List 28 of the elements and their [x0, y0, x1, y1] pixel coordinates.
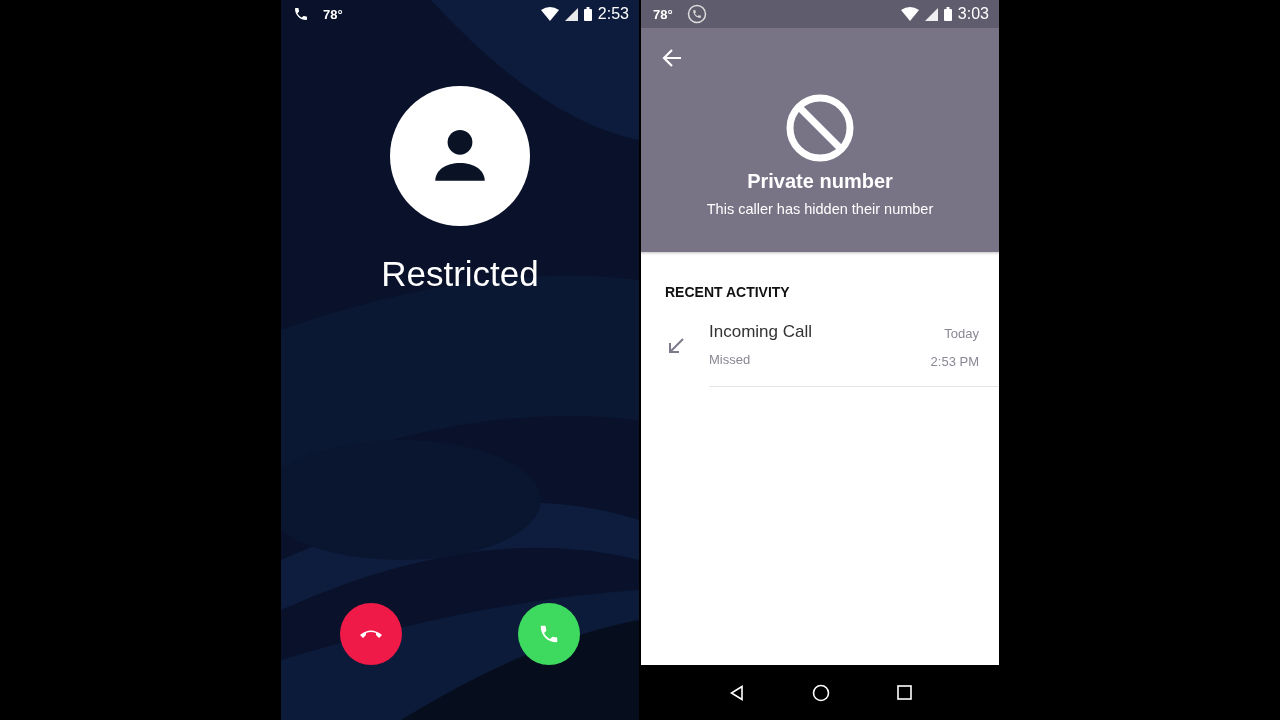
hang-up-icon — [359, 629, 383, 639]
contact-title: Private number — [747, 170, 893, 193]
call-icon — [686, 4, 707, 24]
phone-icon — [293, 6, 309, 22]
wifi-icon — [540, 7, 559, 21]
wifi-icon — [900, 7, 919, 21]
battery-icon — [583, 7, 592, 21]
back-button[interactable] — [661, 49, 683, 69]
call-time: 2:53 PM — [930, 354, 979, 369]
signal-icon — [924, 7, 938, 21]
home-button[interactable] — [811, 683, 830, 702]
temperature: 78° — [323, 6, 343, 22]
recents-button[interactable] — [896, 685, 912, 700]
phone-icon — [538, 623, 560, 645]
section-title: RECENT ACTIVITY — [665, 284, 791, 300]
caller-name: Restricted — [381, 254, 539, 294]
block-icon — [786, 94, 854, 162]
battery-icon — [943, 7, 952, 21]
contact-subtitle: This caller has hidden their number — [706, 201, 934, 217]
signal-icon — [564, 7, 578, 21]
call-type: Incoming Call — [709, 322, 813, 342]
back-nav-button[interactable] — [728, 684, 745, 701]
call-status: Missed — [709, 352, 752, 367]
clock: 3:03 — [957, 5, 989, 23]
temperature: 78° — [653, 6, 673, 22]
call-date: Today — [944, 326, 979, 341]
incoming-arrow-icon — [667, 337, 685, 355]
clock: 2:53 — [597, 5, 629, 23]
